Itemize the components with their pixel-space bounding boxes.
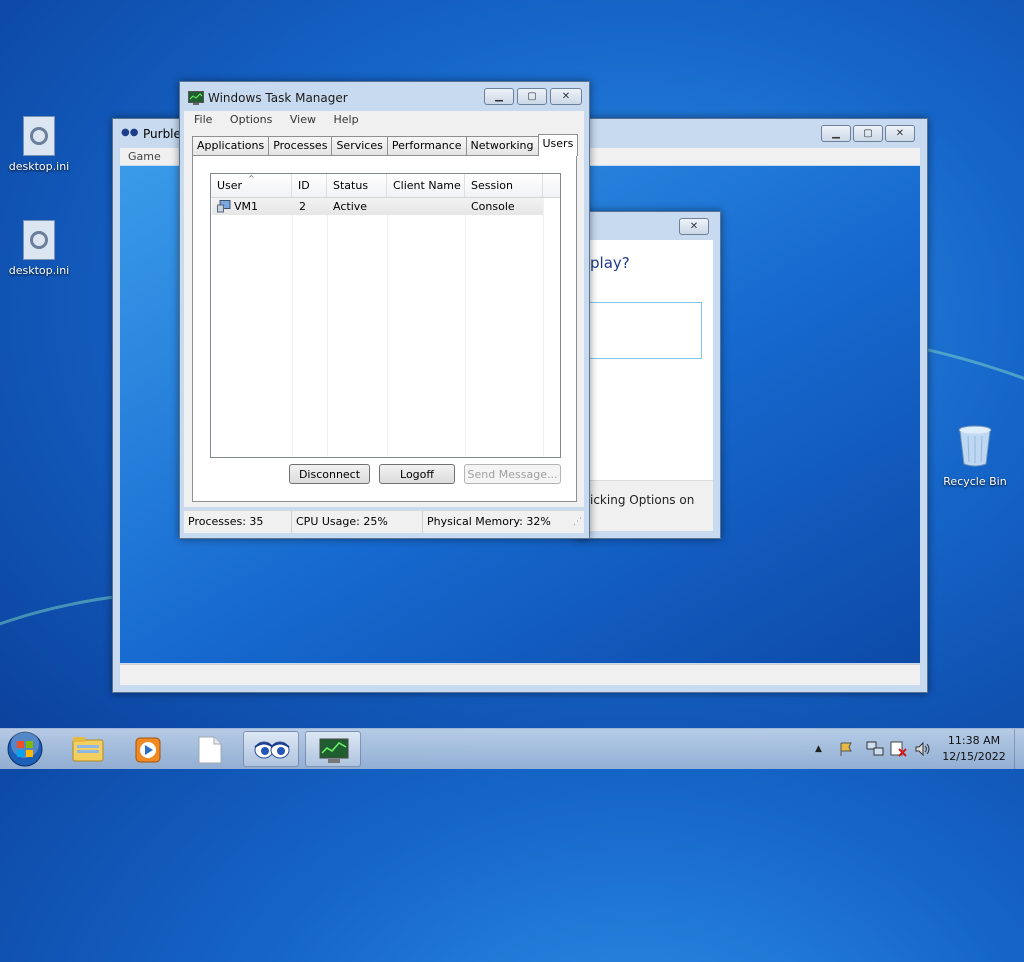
clock-time: 11:38 AM [947, 734, 1001, 747]
task-manager-window[interactable]: Windows Task Manager ▁ ▢ ✕ File Options … [179, 81, 590, 539]
taskbar-notepad-button[interactable] [182, 731, 238, 767]
recycle-bin-icon [958, 425, 992, 467]
tab-networking[interactable]: Networking [465, 136, 539, 155]
clock-date: 12/15/2022 [942, 750, 1006, 763]
desktop-icon-label: desktop.ini [8, 264, 70, 277]
column-divider [543, 198, 544, 457]
explorer-icon [72, 737, 104, 762]
purble-place-icon [254, 741, 290, 759]
cell-status: Active [333, 200, 368, 213]
column-divider [387, 198, 388, 457]
status-cpu-usage: CPU Usage: 25% [292, 511, 423, 533]
purble-window-title: Purble [143, 127, 181, 141]
column-header-client-name[interactable]: Client Name [387, 174, 465, 197]
tab-processes[interactable]: Processes [268, 136, 333, 155]
task-manager-icon [319, 738, 349, 763]
task-manager-menu-bar: File Options View Help [184, 111, 584, 128]
list-header: User ^ ID Status Client Name Session [211, 174, 560, 198]
maximize-button[interactable]: ▢ [853, 125, 883, 142]
status-processes: Processes: 35 [184, 511, 292, 533]
sort-ascending-icon: ^ [248, 174, 255, 183]
menu-help[interactable]: Help [333, 113, 358, 126]
column-header-status[interactable]: Status [327, 174, 387, 197]
user-computer-icon [217, 200, 231, 213]
tab-services[interactable]: Services [331, 136, 388, 155]
menu-options[interactable]: Options [230, 113, 272, 126]
purble-options-dialog[interactable]: ✕ play? icking Options on [575, 211, 721, 539]
start-button[interactable] [6, 730, 46, 768]
notepad-icon [198, 736, 222, 764]
task-manager-icon [188, 91, 204, 105]
column-divider [292, 198, 293, 457]
task-manager-status-bar: Processes: 35 CPU Usage: 25% Physical Me… [184, 510, 584, 533]
taskbar-task-manager-button[interactable] [305, 731, 361, 767]
tab-applications[interactable]: Applications [192, 136, 270, 155]
dialog-footer-text: icking Options on [590, 493, 695, 507]
status-physical-memory: Physical Memory: 32% [427, 515, 551, 528]
close-button[interactable]: ✕ [885, 125, 915, 142]
volume-icon[interactable] [914, 729, 932, 769]
close-button[interactable]: ✕ [550, 88, 582, 105]
clock[interactable]: 11:38 AM 12/15/2022 [938, 733, 1010, 765]
tab-strip: Applications Processes Services Performa… [192, 134, 579, 156]
resize-grip-icon[interactable]: ⋰ [573, 511, 582, 533]
network-icon[interactable] [866, 729, 884, 769]
disconnect-button[interactable]: Disconnect [289, 464, 370, 484]
tab-users[interactable]: Users [537, 134, 579, 156]
purble-eyes-icon: ●● [121, 127, 139, 138]
maximize-button[interactable]: ▢ [517, 88, 547, 105]
desktop-icon-desktop-ini-2[interactable]: desktop.ini [4, 220, 74, 277]
table-row[interactable]: VM1 2 Active Console [212, 198, 543, 215]
column-divider [465, 198, 466, 457]
menu-game[interactable]: Game [128, 150, 161, 163]
menu-view[interactable]: View [290, 113, 316, 126]
network-disconnected-icon[interactable] [890, 729, 908, 769]
action-center-flag-icon[interactable] [838, 729, 854, 769]
menu-file[interactable]: File [194, 113, 212, 126]
logoff-button[interactable]: Logoff [379, 464, 455, 484]
dialog-option-box[interactable] [583, 302, 702, 359]
desktop-icon-label: desktop.ini [8, 160, 70, 173]
column-header-id[interactable]: ID [292, 174, 327, 197]
minimize-button[interactable]: ▁ [484, 88, 514, 105]
start-orb-icon [7, 730, 43, 767]
task-manager-title: Windows Task Manager [208, 91, 348, 105]
config-file-icon [23, 116, 55, 156]
column-label: Client Name [393, 179, 461, 192]
cell-user: VM1 [234, 200, 259, 213]
task-manager-body: Applications Processes Services Performa… [184, 128, 584, 507]
taskbar-explorer-button[interactable] [60, 731, 116, 767]
column-header-session[interactable]: Session [465, 174, 543, 197]
dialog-heading: play? [590, 254, 630, 272]
media-player-icon [135, 737, 161, 763]
column-header-user[interactable]: User ^ [211, 174, 292, 197]
desktop-icon-desktop-ini-1[interactable]: desktop.ini [4, 116, 74, 173]
config-file-icon [23, 220, 55, 260]
users-panel: User ^ ID Status Client Name Session VM1… [192, 155, 577, 502]
taskbar-media-player-button[interactable] [120, 731, 176, 767]
tab-performance[interactable]: Performance [386, 136, 467, 155]
column-divider [327, 198, 328, 457]
show-hidden-icons-button[interactable]: ▲ [815, 729, 822, 769]
users-list[interactable]: User ^ ID Status Client Name Session VM1… [210, 173, 561, 458]
desktop-icon-recycle-bin[interactable]: Recycle Bin [940, 424, 1010, 488]
show-desktop-button[interactable] [1014, 729, 1024, 769]
taskbar: ▲ 11:38 AM 12/15/2022 [0, 728, 1024, 769]
send-message-button[interactable]: Send Message... [464, 464, 561, 484]
column-label: ID [298, 179, 310, 192]
taskbar-purble-place-button[interactable] [243, 731, 299, 767]
cell-id: 2 [299, 200, 306, 213]
cell-session: Console [471, 200, 515, 213]
close-button[interactable]: ✕ [679, 218, 709, 235]
desktop-icon-label: Recycle Bin [943, 475, 1007, 488]
column-label: User [217, 179, 243, 192]
purble-status-bar [120, 664, 920, 685]
column-label: Status [333, 179, 369, 192]
minimize-button[interactable]: ▁ [821, 125, 851, 142]
column-label: Session [471, 179, 513, 192]
